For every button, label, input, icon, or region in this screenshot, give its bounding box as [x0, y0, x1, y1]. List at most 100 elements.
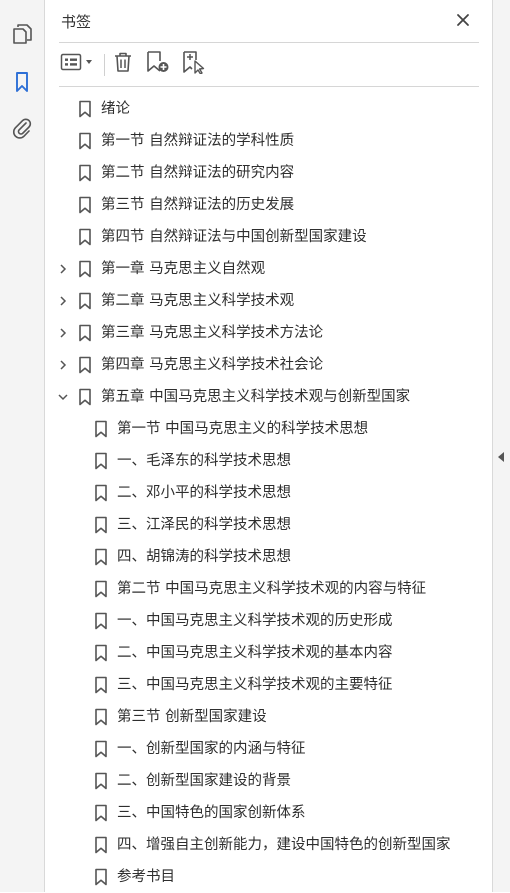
options-menu-button[interactable]	[59, 52, 97, 76]
options-menu-icon	[59, 50, 97, 78]
bookmark-item[interactable]: 第三节 创新型国家建设	[45, 701, 492, 733]
bookmark-item-label: 第二节 自然辩证法的研究内容	[101, 165, 295, 181]
bookmark-item-icon	[78, 100, 92, 118]
bookmark-icon[interactable]	[10, 70, 34, 94]
bookmark-item-icon	[78, 260, 92, 278]
bookmark-item-icon	[78, 356, 92, 374]
bookmark-item[interactable]: 第一章 马克思主义自然观	[45, 253, 492, 285]
bookmarks-panel: 书签 绪论 第一节 自然辩证法的学科性质 第二节 自然辩证法的研究内容 第三节 …	[45, 0, 492, 892]
left-nav-bar	[0, 0, 45, 892]
bookmark-from-selection-button[interactable]	[181, 50, 207, 78]
bookmark-item[interactable]: 一、创新型国家的内涵与特征	[45, 733, 492, 765]
chevron-right-icon[interactable]	[57, 263, 69, 275]
bookmark-item[interactable]: 第三章 马克思主义科学技术方法论	[45, 317, 492, 349]
bookmark-item-label: 第一节 中国马克思主义的科学技术思想	[117, 421, 369, 437]
bookmark-item-icon	[94, 420, 108, 438]
bookmark-item[interactable]: 一、中国马克思主义科学技术观的历史形成	[45, 605, 492, 637]
bookmark-item-icon	[78, 196, 92, 214]
bookmark-item-label: 四、胡锦涛的科学技术思想	[117, 549, 291, 565]
panel-title: 书签	[61, 13, 92, 31]
delete-bookmark-button[interactable]	[112, 52, 134, 76]
bookmark-item-label: 二、邓小平的科学技术思想	[117, 485, 291, 501]
toolbar-divider	[59, 86, 479, 87]
bookmark-item[interactable]: 第四节 自然辩证法与中国创新型国家建设	[45, 221, 492, 253]
bookmark-item-label: 第五章 中国马克思主义科学技术观与创新型国家	[101, 389, 411, 405]
bookmark-item-label: 第四章 马克思主义科学技术社会论	[101, 357, 324, 373]
bookmark-item-icon	[94, 516, 108, 534]
bookmark-item[interactable]: 第四章 马克思主义科学技术社会论	[45, 349, 492, 381]
toolbar-separator	[104, 54, 105, 76]
bookmark-item-label: 一、中国马克思主义科学技术观的历史形成	[117, 613, 393, 629]
bookmark-item-icon	[94, 772, 108, 790]
bookmark-item-icon	[78, 292, 92, 310]
bookmark-item-label: 一、创新型国家的内涵与特征	[117, 741, 306, 757]
attachment-icon[interactable]	[10, 116, 34, 140]
pages-icon[interactable]	[10, 22, 34, 46]
bookmark-item-icon	[94, 484, 108, 502]
bookmark-item[interactable]: 第一节 自然辩证法的学科性质	[45, 125, 492, 157]
bookmark-item[interactable]: 第三节 自然辩证法的历史发展	[45, 189, 492, 221]
bookmark-item[interactable]: 三、江泽民的科学技术思想	[45, 509, 492, 541]
bookmark-item[interactable]: 三、中国特色的国家创新体系	[45, 797, 492, 829]
bookmark-item-label: 三、江泽民的科学技术思想	[117, 517, 291, 533]
bookmark-item[interactable]: 第二节 中国马克思主义科学技术观的内容与特征	[45, 573, 492, 605]
bookmark-item-icon	[78, 132, 92, 150]
chevron-right-icon[interactable]	[57, 359, 69, 371]
bookmark-item[interactable]: 绪论	[45, 93, 492, 125]
bookmark-item[interactable]: 一、毛泽东的科学技术思想	[45, 445, 492, 477]
bookmark-item-icon	[78, 228, 92, 246]
bookmark-item-icon	[94, 708, 108, 726]
bookmark-item-icon	[94, 612, 108, 630]
bookmark-item-label: 第二节 中国马克思主义科学技术观的内容与特征	[117, 581, 427, 597]
bookmark-item-label: 第一章 马克思主义自然观	[101, 261, 266, 277]
bookmark-item-icon	[94, 452, 108, 470]
bookmark-item[interactable]: 参考书目	[45, 861, 492, 893]
bookmark-item-label: 第三章 马克思主义科学技术方法论	[101, 325, 324, 341]
bookmark-item-label: 一、毛泽东的科学技术思想	[117, 453, 291, 469]
bookmark-item[interactable]: 第二章 马克思主义科学技术观	[45, 285, 492, 317]
bookmark-item-icon	[94, 868, 108, 886]
chevron-right-icon[interactable]	[57, 295, 69, 307]
bookmark-item[interactable]: 二、中国马克思主义科学技术观的基本内容	[45, 637, 492, 669]
new-bookmark-button[interactable]	[145, 50, 171, 78]
collapse-panel-arrow-icon[interactable]	[498, 452, 504, 462]
bookmark-item[interactable]: 三、中国马克思主义科学技术观的主要特征	[45, 669, 492, 701]
bookmark-item-icon	[94, 740, 108, 758]
chevron-down-icon[interactable]	[57, 391, 69, 403]
bookmark-item-label: 二、创新型国家建设的背景	[117, 773, 291, 789]
bookmark-item[interactable]: 二、创新型国家建设的背景	[45, 765, 492, 797]
bookmark-item[interactable]: 第一节 中国马克思主义的科学技术思想	[45, 413, 492, 445]
right-collapse-strip	[492, 0, 510, 892]
bookmark-item-label: 第一节 自然辩证法的学科性质	[101, 133, 295, 149]
bookmark-item-label: 三、中国马克思主义科学技术观的主要特征	[117, 677, 393, 693]
bookmark-from-selection-icon	[181, 50, 207, 78]
bookmark-item-label: 四、增强自主创新能力，建设中国特色的创新型国家	[117, 837, 451, 853]
new-bookmark-icon	[145, 50, 171, 78]
bookmark-item-icon	[78, 324, 92, 342]
bookmark-item-icon	[94, 836, 108, 854]
bookmark-toolbar	[45, 43, 492, 85]
bookmark-item[interactable]: 四、胡锦涛的科学技术思想	[45, 541, 492, 573]
bookmark-item-icon	[94, 580, 108, 598]
bookmark-item-icon	[94, 804, 108, 822]
bookmark-item-label: 第二章 马克思主义科学技术观	[101, 293, 295, 309]
bookmark-item-icon	[78, 388, 92, 406]
bookmark-item-label: 参考书目	[117, 869, 175, 885]
bookmark-item-icon	[94, 548, 108, 566]
chevron-right-icon[interactable]	[57, 327, 69, 339]
delete-bookmark-icon	[112, 50, 134, 78]
panel-header: 书签	[45, 0, 492, 42]
bookmark-item[interactable]: 二、邓小平的科学技术思想	[45, 477, 492, 509]
bookmark-item-icon	[78, 164, 92, 182]
bookmark-item[interactable]: 第二节 自然辩证法的研究内容	[45, 157, 492, 189]
bookmark-item-label: 第三节 自然辩证法的历史发展	[101, 197, 295, 213]
bookmark-item-label: 第三节 创新型国家建设	[117, 709, 267, 725]
bookmark-item-label: 第四节 自然辩证法与中国创新型国家建设	[101, 229, 367, 245]
close-icon[interactable]	[453, 10, 473, 30]
bookmark-item-label: 二、中国马克思主义科学技术观的基本内容	[117, 645, 393, 661]
bookmark-item[interactable]: 第五章 中国马克思主义科学技术观与创新型国家	[45, 381, 492, 413]
bookmark-item[interactable]: 四、增强自主创新能力，建设中国特色的创新型国家	[45, 829, 492, 861]
bookmark-item-icon	[94, 676, 108, 694]
bookmark-item-label: 绪论	[101, 101, 130, 117]
bookmark-item-icon	[94, 644, 108, 662]
